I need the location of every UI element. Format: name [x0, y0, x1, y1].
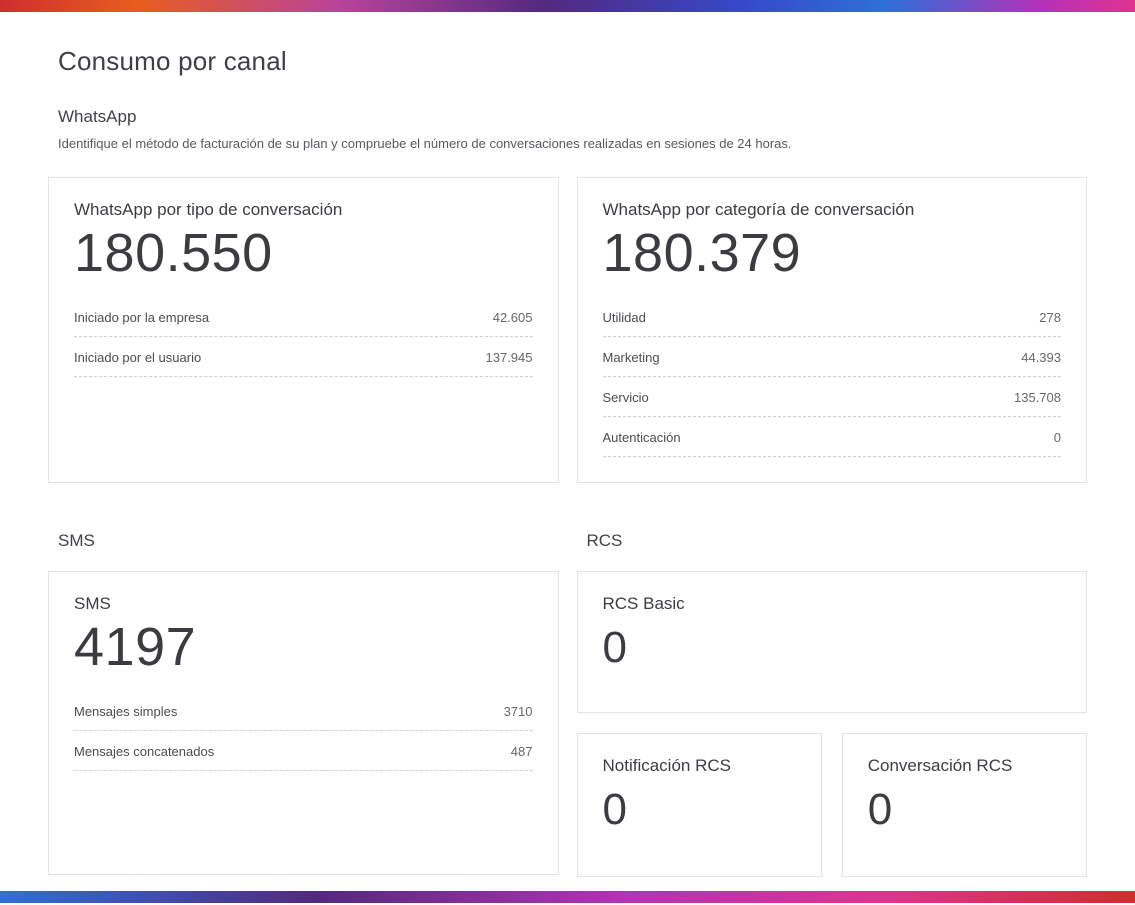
rcs-basic-card: RCS Basic 0 — [576, 571, 1087, 713]
card-total-value: 180.379 — [602, 223, 802, 283]
metric-row: Autenticación 0 — [602, 417, 1061, 458]
card-total-value: 180.550 — [74, 223, 273, 283]
metric-value: 44.393 — [1021, 350, 1061, 366]
metric-value: 0 — [1053, 430, 1061, 446]
rcs-small-cards-grid: Notificación RCS 0 Conversación RCS 0 — [576, 733, 1087, 877]
card-title: RCS Basic — [602, 594, 685, 613]
whatsapp-category-card: WhatsApp por categoría de conversación 1… — [576, 177, 1087, 483]
card-title: Notificación RCS — [602, 756, 732, 775]
metric-label: Iniciado por la empresa — [74, 310, 210, 326]
metric-row: Mensajes concatenados 487 — [74, 731, 533, 772]
metric-value: 3710 — [503, 704, 533, 720]
card-title: SMS — [74, 594, 111, 613]
card-total-value: 0 — [867, 785, 893, 834]
metric-row: Marketing 44.393 — [602, 337, 1061, 378]
rcs-conversation-card: Conversación RCS 0 — [841, 733, 1087, 877]
whatsapp-cards-grid: WhatsApp por tipo de conversación 180.55… — [48, 177, 1087, 483]
card-total-value: 4197 — [74, 617, 197, 677]
rcs-section: RCS RCS Basic 0 Notificación RCS 0 Conve… — [576, 531, 1087, 877]
metric-value: 487 — [510, 744, 533, 760]
metric-row: Servicio 135.708 — [602, 377, 1061, 418]
metric-row: Iniciado por la empresa 42.605 — [74, 297, 533, 338]
metric-label: Mensajes simples — [74, 704, 178, 720]
sms-card: SMS 4197 Mensajes simples 3710 Mensajes … — [48, 571, 559, 875]
metric-label: Servicio — [602, 390, 649, 406]
sms-section-heading: SMS — [58, 531, 95, 550]
metric-label: Mensajes concatenados — [74, 744, 215, 760]
metric-label: Marketing — [602, 350, 660, 366]
metric-value: 278 — [1039, 310, 1061, 326]
metric-value: 42.605 — [492, 310, 533, 326]
whatsapp-section: WhatsApp Identifique el método de factur… — [48, 107, 1087, 483]
metric-value: 135.708 — [1014, 390, 1061, 406]
card-title: Conversación RCS — [867, 756, 1013, 775]
rcs-notification-card: Notificación RCS 0 — [576, 733, 822, 877]
metric-row: Mensajes simples 3710 — [74, 691, 533, 732]
metric-label: Iniciado por el usuario — [74, 350, 202, 366]
page-title: Consumo por canal — [58, 46, 287, 76]
sms-section: SMS SMS 4197 Mensajes simples 3710 Mensa… — [48, 531, 559, 877]
metric-label: Utilidad — [602, 310, 646, 326]
card-total-value: 0 — [602, 785, 628, 834]
metric-row: Iniciado por el usuario 137.945 — [74, 337, 533, 378]
card-title: WhatsApp por categoría de conversación — [602, 200, 915, 219]
whatsapp-section-description: Identifique el método de facturación de … — [58, 136, 792, 151]
brand-gradient-bar-top — [0, 0, 1135, 12]
main-content: Consumo por canal WhatsApp Identifique e… — [0, 12, 1135, 877]
rcs-section-heading: RCS — [586, 531, 623, 550]
card-total-value: 0 — [602, 623, 628, 672]
metric-row: Utilidad 278 — [602, 297, 1061, 338]
brand-gradient-bar-bottom — [0, 891, 1135, 903]
card-title: WhatsApp por tipo de conversación — [74, 200, 343, 219]
sms-rcs-section-row: SMS SMS 4197 Mensajes simples 3710 Mensa… — [48, 531, 1087, 877]
whatsapp-section-heading: WhatsApp — [58, 107, 137, 126]
metric-label: Autenticación — [602, 430, 681, 446]
whatsapp-type-card: WhatsApp por tipo de conversación 180.55… — [48, 177, 559, 483]
metric-value: 137.945 — [485, 350, 533, 366]
